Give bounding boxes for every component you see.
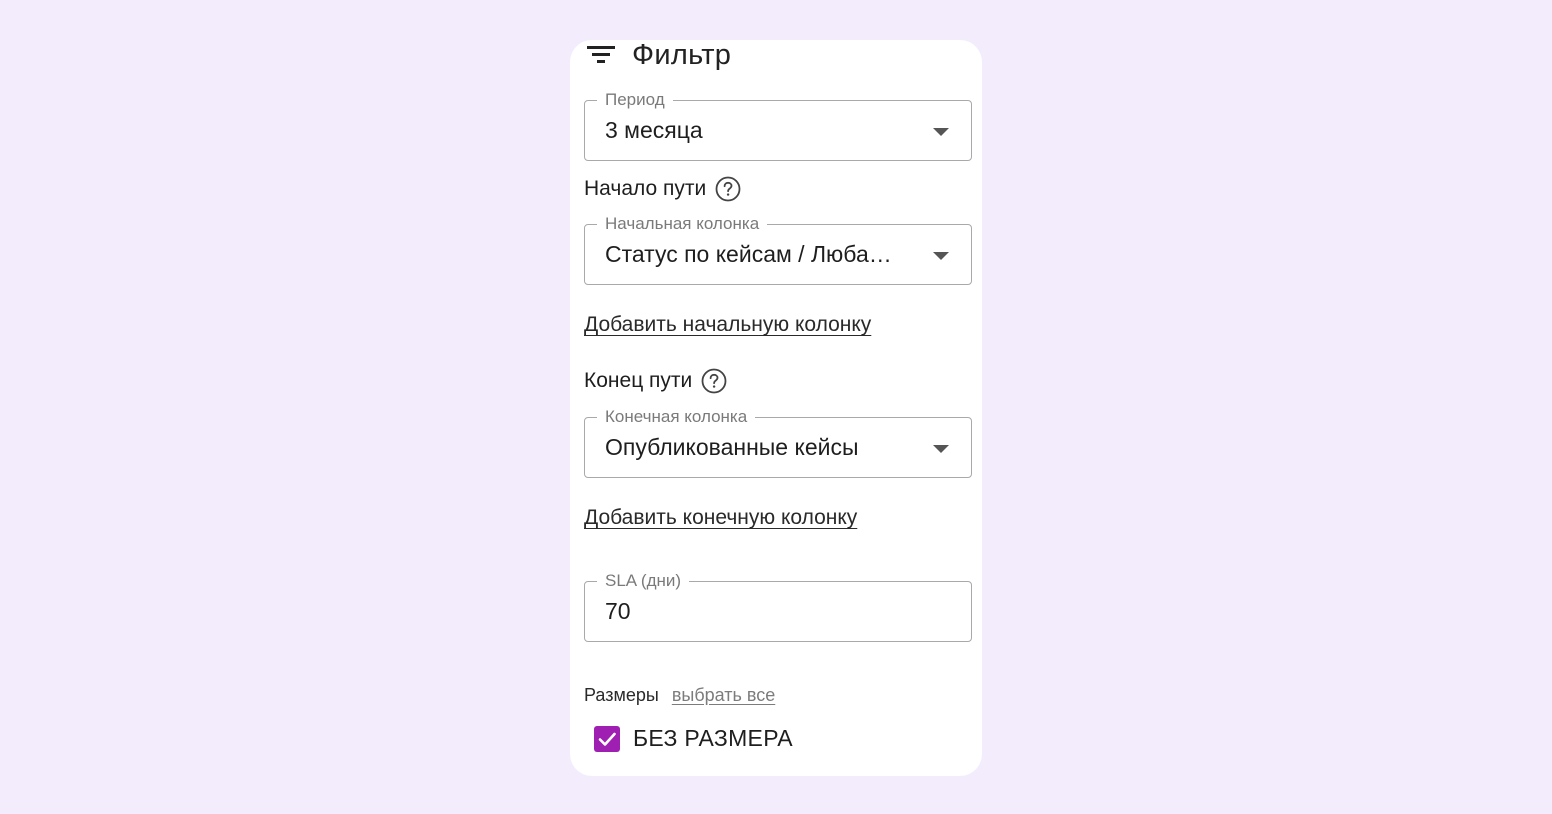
path-end-heading: Конец пути [584, 368, 727, 394]
path-start-heading: Начало пути [584, 176, 741, 202]
select-all-link[interactable]: выбрать все [672, 685, 775, 706]
start-column-value: Статус по кейсам / Люба… [605, 241, 892, 267]
sizes-row: Размеры выбрать все [584, 685, 775, 706]
end-column-value: Опубликованные кейсы [605, 434, 859, 460]
period-label: Период [597, 89, 673, 111]
period-select[interactable]: Период 3 месяца [584, 89, 972, 161]
sla-value: 70 [605, 598, 631, 624]
filter-panel: Фильтр Период 3 месяца Начало пути Начал… [570, 40, 982, 776]
end-column-label: Конечная колонка [597, 406, 756, 428]
chevron-down-icon [933, 128, 949, 136]
filter-icon [586, 40, 616, 70]
help-icon[interactable] [701, 368, 727, 394]
chevron-down-icon [933, 445, 949, 453]
period-value: 3 месяца [605, 117, 703, 143]
sizes-label: Размеры [584, 685, 659, 705]
panel-title: Фильтр [632, 40, 732, 71]
path-start-heading-text: Начало пути [584, 177, 707, 200]
add-start-column-link[interactable]: Добавить начальную колонку [584, 313, 871, 337]
start-column-label: Начальная колонка [597, 213, 768, 235]
end-column-select[interactable]: Конечная колонка Опубликованные кейсы [584, 406, 972, 478]
filter-header: Фильтр [586, 40, 732, 71]
sla-input[interactable]: SLA (дни) 70 [584, 570, 972, 642]
check-icon [598, 732, 616, 746]
checkbox-label: БЕЗ РАЗМЕРА [633, 725, 793, 751]
help-icon[interactable] [715, 176, 741, 202]
path-end-heading-text: Конец пути [584, 369, 693, 392]
checkbox-checked[interactable] [594, 725, 620, 752]
chevron-down-icon [933, 252, 949, 260]
add-end-column-link[interactable]: Добавить конечную колонку [584, 506, 857, 530]
start-column-select[interactable]: Начальная колонка Статус по кейсам / Люб… [584, 213, 972, 285]
sla-label: SLA (дни) [597, 570, 690, 592]
size-option-no-size[interactable]: БЕЗ РАЗМЕРА [594, 725, 793, 752]
